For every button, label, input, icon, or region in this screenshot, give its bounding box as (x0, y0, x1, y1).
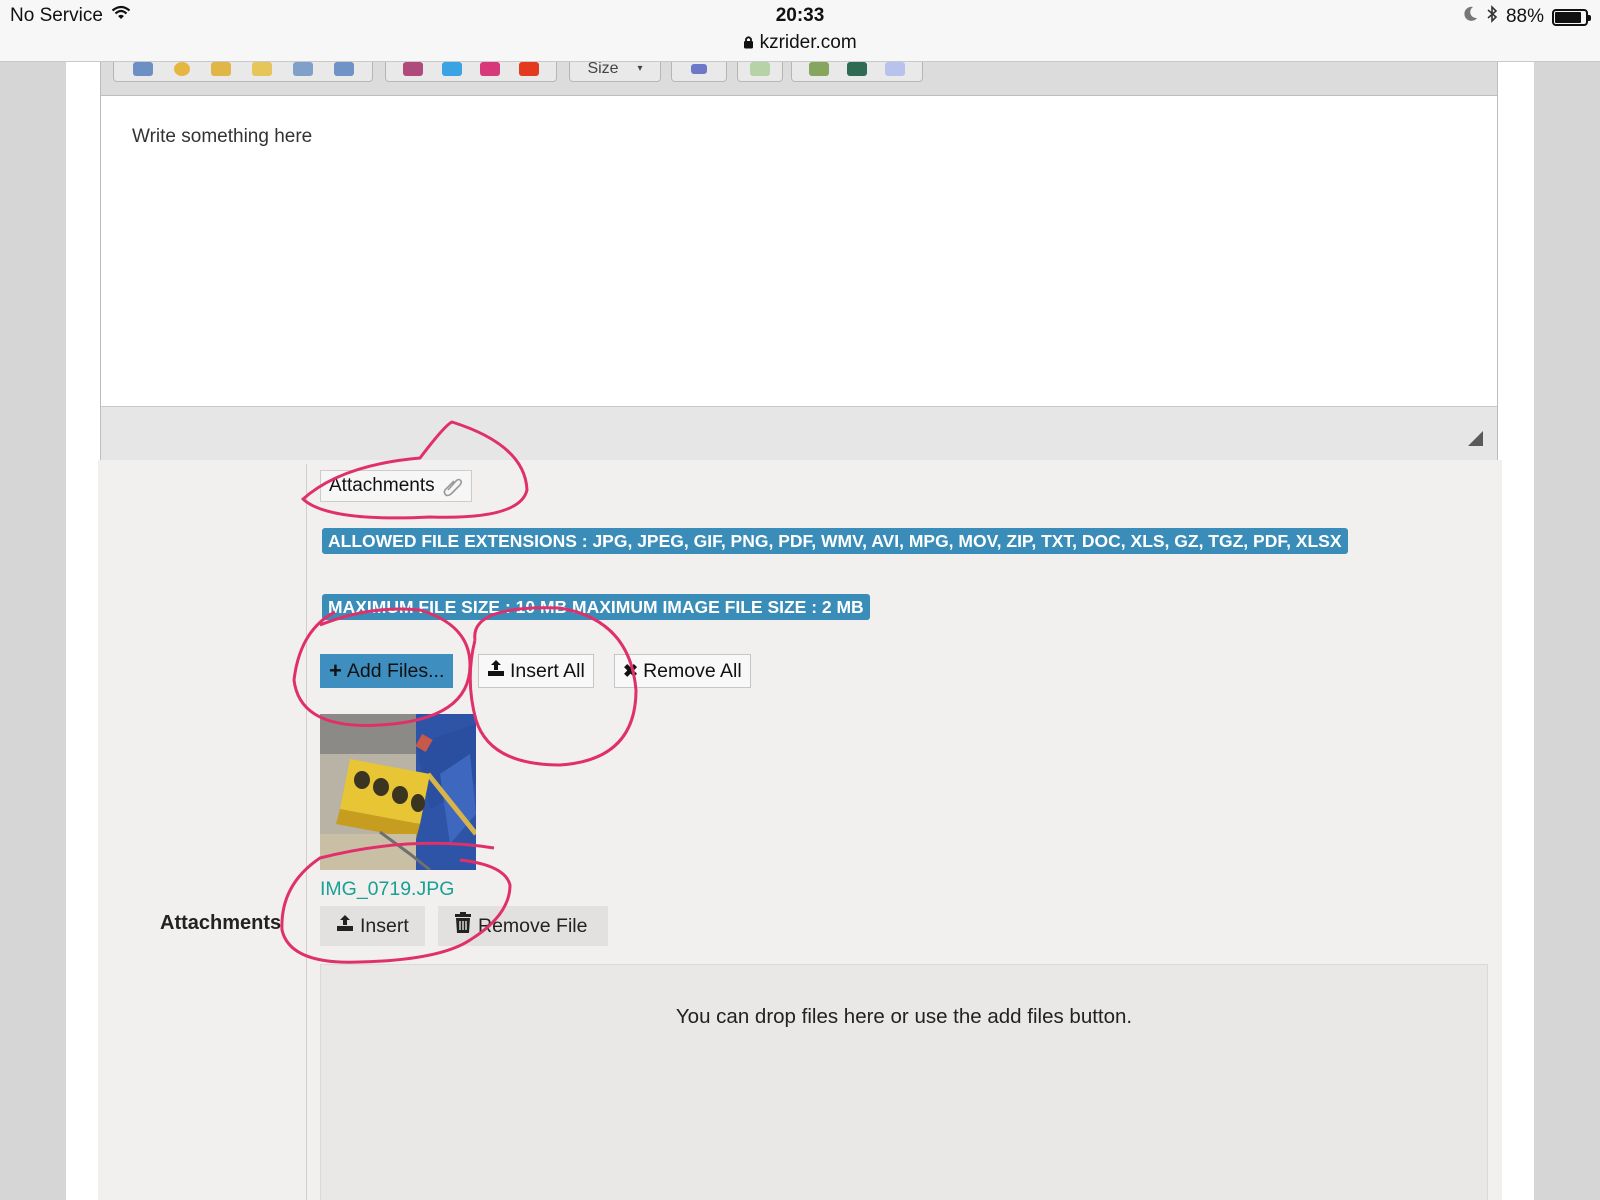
insert-all-label: Insert All (510, 659, 585, 682)
shield-icon[interactable] (251, 61, 272, 76)
bluetooth-icon (1486, 5, 1498, 29)
editor-textarea[interactable]: Write something here (101, 96, 1497, 406)
insert-file-label: Insert (360, 914, 409, 937)
attachment-file-link[interactable]: IMG_0719.JPG (320, 878, 454, 901)
box-icon[interactable] (210, 61, 231, 76)
upload-icon (336, 914, 354, 938)
section-divider (306, 464, 307, 1200)
font-size-label: Size (587, 59, 619, 77)
instagram-icon[interactable] (480, 61, 501, 76)
post-editor: Size ▾ Write something here (100, 56, 1498, 460)
remove-all-label: Remove All (643, 659, 742, 682)
remove-file-label: Remove File (478, 914, 588, 937)
status-right: 88% (1464, 5, 1591, 29)
smiley-icon[interactable] (173, 61, 190, 76)
file-dropzone[interactable]: You can drop files here or use the add f… (320, 964, 1488, 1200)
flickr-icon[interactable] (403, 61, 424, 76)
attachments-section: Attachments Attachments ALLOWED FILE EXT… (98, 460, 1502, 1200)
add-files-button[interactable]: + Add Files... (320, 654, 454, 688)
upload-icon (487, 659, 505, 683)
color-grid-icon (691, 63, 707, 74)
editor-footer (101, 406, 1497, 460)
dropzone-hint: You can drop files here or use the add f… (675, 1005, 1133, 1028)
table-icon[interactable] (750, 61, 770, 76)
clock: 20:33 (775, 5, 825, 26)
add-image-icon[interactable] (292, 61, 313, 76)
attachments-legend: Attachments (320, 470, 472, 502)
youtube-icon[interactable] (518, 61, 539, 76)
document-icon[interactable] (333, 61, 354, 76)
max-size-badge: MAXIMUM FILE SIZE : 10 MB MAXIMUM IMAGE … (322, 594, 870, 620)
battery-percent: 88% (1505, 6, 1544, 27)
attachment-thumbnail[interactable] (320, 714, 476, 870)
close-icon: ✖ (623, 660, 639, 681)
moon-icon (1464, 6, 1478, 28)
add-files-label: Add Files... (346, 659, 445, 682)
resize-grip-icon[interactable] (1468, 431, 1483, 446)
remove-all-button[interactable]: ✖ Remove All (614, 654, 751, 688)
image-link-icon[interactable] (132, 61, 153, 76)
paperclip-icon (441, 475, 463, 497)
editor-toolbar: Size ▾ (101, 56, 1497, 96)
address-bar[interactable]: kzrider.com (0, 32, 1600, 54)
allowed-extensions-badge: ALLOWED FILE EXTENSIONS : JPG, JPEG, GIF… (322, 528, 1348, 554)
status-bar: No Service 20:33 kzrider.com 88% (0, 0, 1600, 62)
trash-icon (454, 912, 472, 940)
remove-file-button[interactable]: Remove File (438, 906, 608, 946)
columns-icon[interactable] (885, 61, 905, 76)
chevron-down-icon: ▾ (637, 63, 643, 74)
url-text: kzrider.com (759, 32, 857, 53)
insert-all-button[interactable]: Insert All (478, 654, 594, 688)
plus-icon: + (329, 658, 342, 683)
film-icon[interactable] (847, 61, 867, 76)
battery-icon (1552, 8, 1591, 26)
gallery-icon[interactable] (809, 61, 829, 76)
lock-icon (743, 32, 759, 53)
twitter-icon[interactable] (441, 61, 462, 76)
insert-file-button[interactable]: Insert (320, 906, 425, 946)
attachments-field-label: Attachments (160, 912, 282, 934)
editor-placeholder: Write something here (132, 126, 313, 147)
attachments-legend-label: Attachments (329, 475, 435, 496)
page-content: Size ▾ Write something here Attachments (66, 56, 1534, 1200)
